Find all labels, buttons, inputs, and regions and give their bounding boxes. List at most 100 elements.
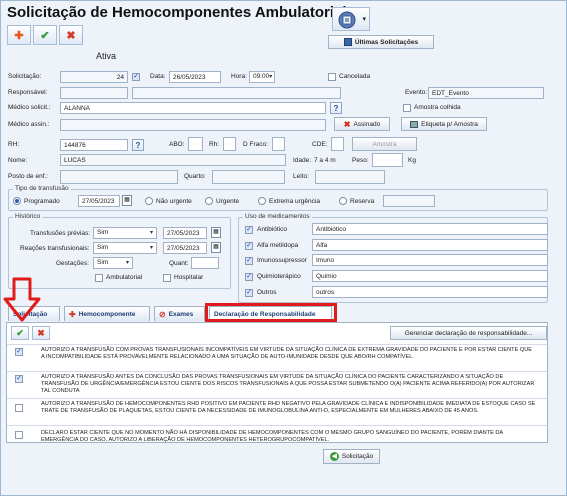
cde-field[interactable] — [331, 137, 344, 151]
calendar-icon[interactable]: ▦ — [211, 227, 221, 238]
transfusoes-select[interactable]: Sim ▾ — [93, 227, 157, 239]
ambulatorial-checkbox[interactable] — [95, 274, 103, 282]
last-requests-button[interactable]: Últimas Solicitações — [328, 35, 434, 49]
quant-field[interactable] — [191, 257, 219, 269]
evento-field[interactable]: EDT_Evento — [428, 87, 544, 99]
responsavel-field[interactable] — [60, 87, 128, 99]
med-checkbox-outros[interactable]: ✓ — [245, 289, 253, 297]
solicitacao-footer-button[interactable]: ◀ Solicitação — [323, 449, 380, 464]
peso-label: Peso: — [352, 157, 369, 164]
declaration-checkbox[interactable] — [15, 431, 23, 439]
abo-field[interactable] — [188, 137, 203, 151]
programado-date-field[interactable]: 27/05/2023 — [78, 195, 120, 207]
declaration-text: AUTORIZO A TRANSFUSÃO DE HEMOCOMPONENTES… — [41, 401, 536, 415]
add-button[interactable]: ✚ — [7, 25, 31, 45]
tools-icon — [338, 11, 356, 29]
nao-urgente-radio[interactable] — [145, 197, 153, 205]
status-label: Ativa — [96, 51, 117, 61]
declaration-checkbox[interactable]: ✓ — [15, 348, 23, 356]
urgente-radio[interactable] — [205, 197, 213, 205]
medico-solicit-field[interactable]: ALANNA — [60, 102, 326, 114]
quarto-label: Quarto: — [184, 173, 206, 180]
leito-field[interactable] — [315, 170, 385, 184]
blood-bag-icon: ✚ — [69, 309, 76, 319]
cancelada-checkbox[interactable] — [328, 73, 336, 81]
solicitacao-field[interactable]: 24 — [60, 71, 128, 83]
hora-select[interactable]: 09:00 ▾ — [249, 71, 275, 83]
medico-assin-field[interactable] — [60, 119, 326, 131]
settings-dropdown-button[interactable]: ▾ — [332, 7, 370, 31]
programado-radio[interactable] — [13, 197, 21, 205]
gerenciar-button[interactable]: Gerenciar declaração de responsabilidade… — [390, 326, 547, 340]
declaracao-panel: ✔ ✖ Gerenciar declaração de responsabili… — [6, 322, 548, 443]
solicitacao-checkbox[interactable]: ✓ — [132, 73, 140, 81]
amostra-label: Amostra — [372, 140, 397, 148]
etiqueta-button[interactable]: Etiqueta p/ Amostra — [401, 117, 487, 131]
rh-help-icon[interactable]: ? — [132, 139, 144, 151]
chevron-down-icon: ▾ — [125, 260, 129, 266]
declaration-checkbox[interactable] — [15, 404, 23, 412]
med-checkbox-alfa[interactable]: ✓ — [245, 242, 253, 250]
reacoes-date-field[interactable]: 27/05/2023 — [163, 242, 207, 254]
no-entry-icon: ⊘ — [159, 309, 166, 319]
amostra-colhida-checkbox[interactable] — [403, 104, 411, 112]
check-icon: ✔ — [16, 327, 24, 338]
confirm-button[interactable]: ✔ — [33, 25, 57, 45]
divider — [7, 371, 547, 372]
gestacoes-select[interactable]: Sim ▾ — [93, 257, 133, 269]
data-label: Data: — [150, 73, 166, 80]
med-label-antibiotico: Antibiótico — [257, 226, 287, 233]
close-icon: ✖ — [66, 29, 76, 42]
med-checkbox-quimio[interactable]: ✓ — [245, 273, 253, 281]
med-field-quimio[interactable]: Quimio — [312, 270, 548, 282]
med-field-imuno[interactable]: Imuno — [312, 254, 548, 266]
divider — [7, 344, 547, 345]
peso-field[interactable] — [372, 153, 403, 167]
leito-label: Leito: — [293, 173, 309, 180]
posto-field[interactable] — [60, 170, 178, 184]
assinado-button[interactable]: ✖ Assinado — [334, 117, 390, 131]
medico-assin-label: Médico assin.: — [8, 121, 50, 128]
amostra-button[interactable]: Amostra — [352, 137, 417, 151]
med-checkbox-imuno[interactable]: ✓ — [245, 257, 253, 265]
med-field-outros[interactable]: outros — [312, 286, 548, 298]
med-field-antibiotico[interactable]: Antibiótico — [312, 223, 548, 235]
etiqueta-label: Etiqueta p/ Amostra — [421, 120, 478, 128]
rh2-field[interactable] — [223, 137, 236, 151]
medico-solicit-label: Médico solicit.: — [8, 104, 51, 111]
gerenciar-label: Gerenciar declaração de responsabilidade… — [404, 329, 533, 337]
reserva-field[interactable] — [383, 195, 435, 207]
panel-confirm-button[interactable]: ✔ — [11, 326, 29, 340]
calendar-icon[interactable]: ▦ — [211, 242, 221, 253]
transfusoes-label: Transfusões prévias: — [30, 230, 91, 237]
med-label-quimio: Quimioterápico — [257, 273, 301, 280]
quarto-field[interactable] — [212, 170, 285, 184]
tab-exames-label: Exames — [168, 310, 194, 318]
declaration-checkbox[interactable]: ✓ — [15, 375, 23, 383]
tab-exames[interactable]: ⊘ Exames — [154, 306, 205, 321]
data-field[interactable]: 26/05/2023 — [169, 71, 221, 83]
solicitacao-footer-label: Solicitação — [341, 453, 374, 460]
responsavel-name-field[interactable] — [132, 87, 341, 99]
nome-field[interactable]: LUCAS — [60, 154, 286, 166]
reserva-radio[interactable] — [339, 197, 347, 205]
med-field-alfa[interactable]: Alfa — [312, 239, 548, 251]
transfusoes-date-field[interactable]: 27/05/2023 — [163, 227, 207, 239]
hospitalar-checkbox[interactable] — [163, 274, 171, 282]
panel-cancel-button[interactable]: ✖ — [32, 326, 50, 340]
dfraco-field[interactable] — [272, 137, 285, 151]
last-requests-label: Últimas Solicitações — [354, 38, 419, 46]
medicamentos-title: Uso de medicamentos — [243, 213, 312, 220]
hospitalar-label: Hospitalar — [174, 274, 204, 281]
tab-hemocomponente[interactable]: ✚ Hemocomponente — [64, 306, 150, 321]
reacoes-value: Sim — [97, 244, 109, 251]
rh-field[interactable]: 144876 — [60, 139, 128, 151]
extrema-radio[interactable] — [258, 197, 266, 205]
reacoes-select[interactable]: Sim ▾ — [93, 242, 157, 254]
cancel-button[interactable]: ✖ — [59, 25, 83, 45]
window-title: Solicitação de Hemocomponentes Ambulator… — [7, 4, 347, 21]
tipo-transfusao-title: Tipo de transfusão — [13, 185, 71, 192]
medico-solicit-help-icon[interactable]: ? — [330, 102, 342, 114]
med-checkbox-antibiotico[interactable]: ✓ — [245, 226, 253, 234]
calendar-icon[interactable]: ▦ — [122, 195, 132, 206]
